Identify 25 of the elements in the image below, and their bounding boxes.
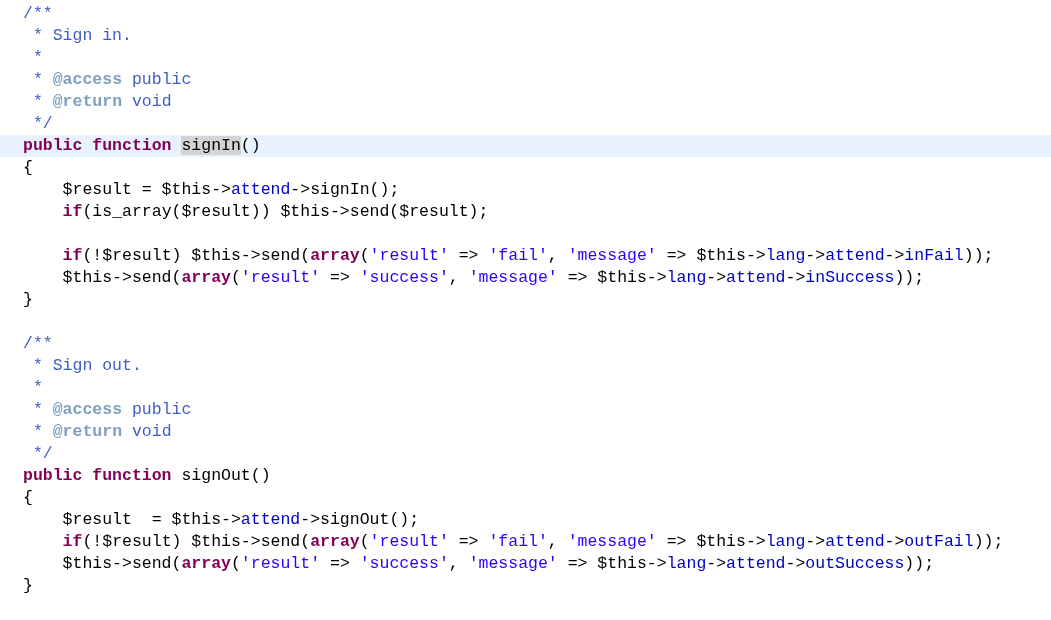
- code-line: if(is_array($result)) $this->send($result);: [61, 202, 489, 221]
- code-line: public function signOut(): [23, 466, 271, 485]
- code-line: * @return void: [31, 422, 172, 441]
- code-line: $this->send(array('result' => 'success', 'message' => $this->lang->attend->inSuccess));: [61, 268, 925, 287]
- code-line: $this->send(array('result' => 'success', 'message' => $this->lang->attend->outSuccess));: [61, 554, 935, 573]
- code-line: * @access public: [31, 400, 192, 419]
- code-line: if(!$result) $this->send(array('result' => 'fail', 'message' => $this->lang->attend->inFail));: [61, 246, 994, 265]
- code-line: /**: [23, 4, 53, 23]
- code-line: }: [23, 290, 33, 309]
- code-line: * @access public: [31, 70, 192, 89]
- code-line: *: [31, 48, 43, 67]
- code-line: {: [23, 488, 33, 507]
- code-line: /**: [23, 334, 53, 353]
- code-line: $result = $this->attend->signOut();: [61, 510, 420, 529]
- code-line: * Sign in.: [31, 26, 132, 45]
- code-line: }: [23, 576, 33, 595]
- code-line: public function signIn(): [23, 136, 261, 155]
- code-line: if(!$result) $this->send(array('result' => 'fail', 'message' => $this->lang->attend->outFail));: [61, 532, 1004, 551]
- code-line: */: [31, 444, 53, 463]
- code-line: * @return void: [31, 92, 172, 111]
- code-line: * Sign out.: [31, 356, 142, 375]
- code-line: *: [31, 378, 43, 397]
- code-line: {: [23, 158, 33, 177]
- code-line: $result = $this->attend->signIn();: [61, 180, 400, 199]
- code-line: */: [31, 114, 53, 133]
